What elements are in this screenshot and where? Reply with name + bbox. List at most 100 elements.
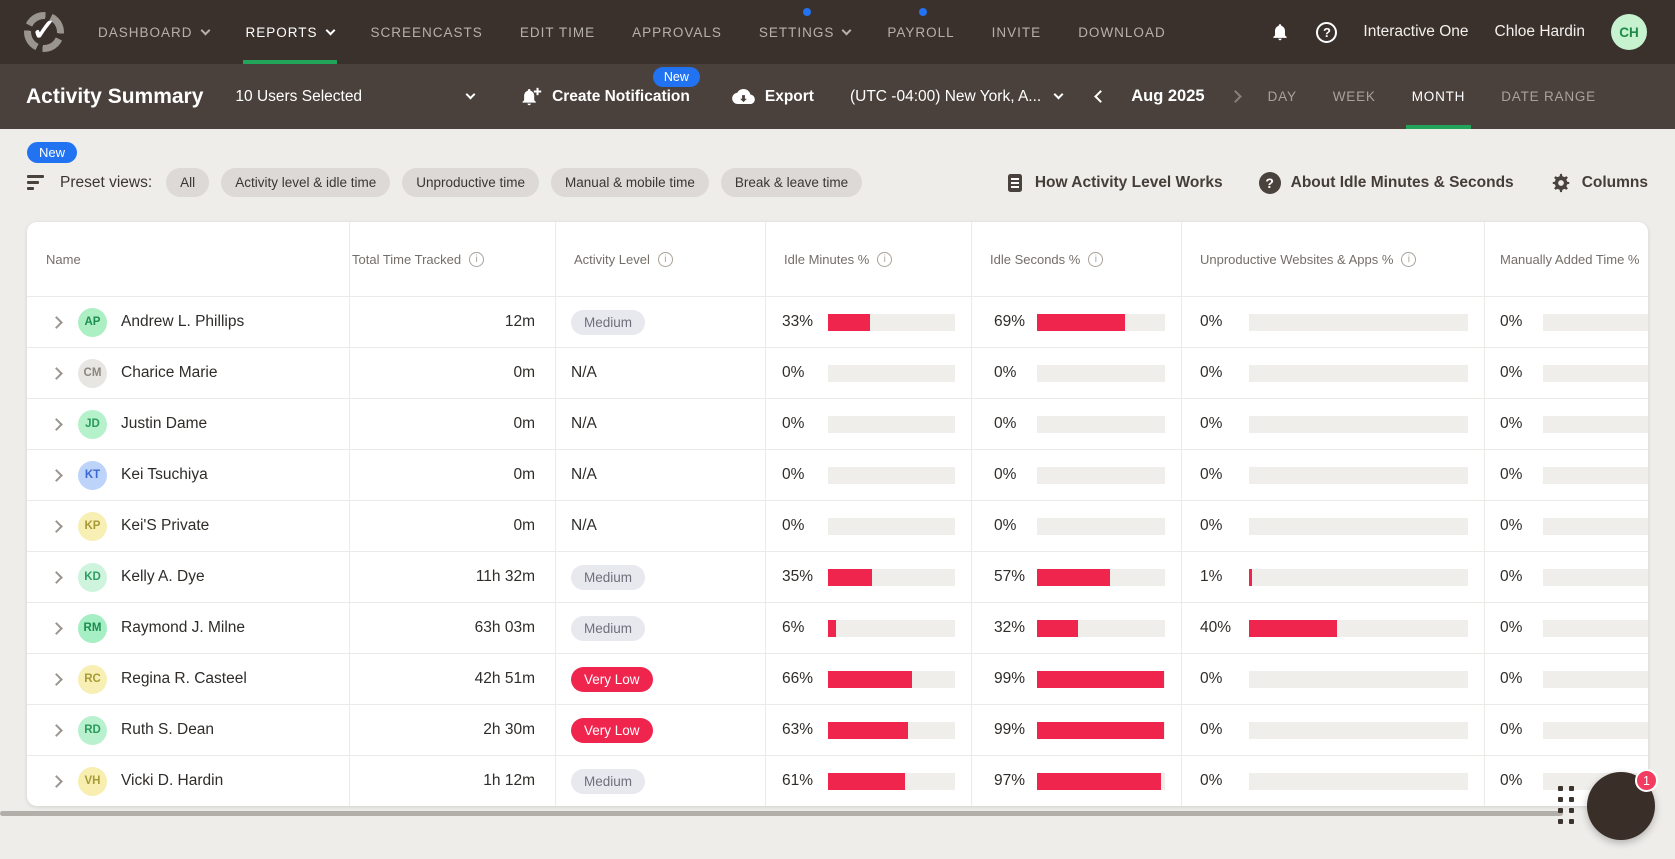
user-name: Charice Marie bbox=[121, 364, 218, 381]
table-row[interactable]: CM Charice Marie 0m N/A 0% 0% 0% 0% bbox=[27, 347, 1648, 398]
horizontal-scrollbar[interactable] bbox=[0, 811, 1563, 816]
chip-activity-idle[interactable]: Activity level & idle time bbox=[221, 168, 391, 197]
tab-week[interactable]: WEEK bbox=[1333, 64, 1376, 129]
table-row[interactable]: RM Raymond J. Milne 63h 03m Medium 6% 32% 40% 0… bbox=[27, 602, 1648, 653]
expand-row-icon[interactable] bbox=[50, 621, 63, 635]
user-avatar[interactable]: CH bbox=[1611, 14, 1647, 50]
percent-cell: 66% bbox=[766, 654, 972, 704]
next-period-icon[interactable] bbox=[1228, 90, 1242, 103]
percent-value: 0% bbox=[1500, 466, 1523, 483]
table-row[interactable]: KP Kei'S Private 0m N/A 0% 0% 0% 0% bbox=[27, 500, 1648, 551]
progress-bar bbox=[1037, 466, 1165, 484]
tab-month[interactable]: MONTH bbox=[1405, 64, 1471, 129]
app-logo-icon[interactable]: ✓ bbox=[24, 12, 64, 52]
expand-row-icon[interactable] bbox=[50, 417, 63, 431]
table-row[interactable]: JD Justin Dame 0m N/A 0% 0% 0% 0% bbox=[27, 398, 1648, 449]
nav-item-approvals[interactable]: APPROVALS bbox=[632, 0, 722, 64]
progress-bar bbox=[1037, 619, 1165, 637]
nav-right-group: ? Interactive One Chloe Hardin CH bbox=[1270, 14, 1647, 50]
avatar: JD bbox=[78, 409, 107, 439]
help-icon[interactable]: ? bbox=[1316, 21, 1338, 43]
column-header-idle-minutes[interactable]: Idle Minutes % i bbox=[766, 222, 972, 296]
info-icon[interactable]: i bbox=[1401, 251, 1417, 267]
progress-bar bbox=[1543, 619, 1648, 637]
table-row[interactable]: KD Kelly A. Dye 11h 32m Medium 35% 57% 1% 0% bbox=[27, 551, 1648, 602]
drag-handle[interactable] bbox=[1558, 786, 1574, 824]
about-idle-minutes-link[interactable]: ? About Idle Minutes & Seconds bbox=[1258, 171, 1514, 194]
chip-manual-mobile[interactable]: Manual & mobile time bbox=[551, 168, 709, 197]
column-header-name[interactable]: Name bbox=[27, 222, 350, 296]
progress-bar bbox=[1543, 568, 1648, 586]
avatar: KD bbox=[78, 562, 107, 592]
progress-bar bbox=[828, 313, 955, 331]
chat-widget-button[interactable]: 1 bbox=[1587, 769, 1658, 840]
progress-bar bbox=[828, 466, 955, 484]
table-row[interactable]: VH Vicki D. Hardin 1h 12m Medium 61% 97% 0% 0% bbox=[27, 755, 1648, 806]
activity-level-badge: Medium bbox=[571, 564, 646, 590]
export-button[interactable]: Export bbox=[732, 64, 814, 129]
preset-chips: All Activity level & idle time Unproduct… bbox=[166, 168, 863, 197]
avatar: RM bbox=[78, 613, 107, 643]
table-row[interactable]: KT Kei Tsuchiya 0m N/A 0% 0% 0% 0% bbox=[27, 449, 1648, 500]
filter-icon[interactable] bbox=[27, 175, 44, 190]
column-header-idle-seconds[interactable]: Idle Seconds % i bbox=[972, 222, 1182, 296]
nav-item-settings[interactable]: SETTINGS bbox=[759, 0, 852, 64]
table-header: Name Total Time Tracked i Activity Level i… bbox=[27, 222, 1648, 296]
info-icon[interactable]: i bbox=[877, 251, 893, 267]
column-header-manually-added[interactable]: Manually Added Time % bbox=[1485, 222, 1648, 296]
tab-date-range[interactable]: DATE RANGE bbox=[1501, 64, 1596, 129]
progress-bar bbox=[1249, 313, 1468, 331]
info-icon[interactable]: i bbox=[469, 251, 485, 267]
name-cell: RD Ruth S. Dean bbox=[27, 705, 350, 755]
expand-row-icon[interactable] bbox=[50, 468, 63, 482]
activity-summary-table: Name Total Time Tracked i Activity Level i… bbox=[27, 222, 1648, 806]
info-icon[interactable]: i bbox=[1088, 251, 1104, 267]
company-name[interactable]: Interactive One bbox=[1363, 23, 1468, 41]
nav-item-screencasts[interactable]: SCREENCASTS bbox=[371, 0, 483, 64]
column-header-activity-level[interactable]: Activity Level i bbox=[556, 222, 766, 296]
timezone-selector[interactable]: (UTC -04:00) New York, A... bbox=[850, 88, 1064, 106]
chevron-down-icon bbox=[465, 89, 476, 100]
expand-row-icon[interactable] bbox=[50, 366, 63, 380]
bell-icon[interactable] bbox=[1270, 21, 1290, 43]
expand-row-icon[interactable] bbox=[50, 570, 63, 584]
percent-cell: 0% bbox=[1182, 705, 1485, 755]
expand-row-icon[interactable] bbox=[50, 519, 63, 533]
how-activity-level-works-link[interactable]: How Activity Level Works bbox=[1005, 173, 1223, 193]
chip-break-leave[interactable]: Break & leave time bbox=[720, 168, 863, 197]
user-name: Ruth S. Dean bbox=[121, 721, 215, 738]
chip-unproductive[interactable]: Unproductive time bbox=[402, 168, 540, 197]
percent-value: 66% bbox=[782, 670, 814, 687]
expand-row-icon[interactable] bbox=[50, 315, 63, 329]
info-icon[interactable]: i bbox=[657, 251, 673, 267]
gear-icon bbox=[1552, 173, 1569, 192]
nav-item-download[interactable]: DOWNLOAD bbox=[1078, 0, 1166, 64]
total-time-cell: 0m bbox=[350, 501, 556, 551]
create-notification-button[interactable]: New Create Notification bbox=[520, 64, 700, 129]
nav-item-reports[interactable]: REPORTS bbox=[242, 0, 337, 64]
table-row[interactable]: RD Ruth S. Dean 2h 30m Very Low 63% 99% 0% 0% bbox=[27, 704, 1648, 755]
percent-cell: 0% bbox=[1485, 297, 1648, 347]
percent-value: 0% bbox=[1500, 568, 1523, 585]
columns-button[interactable]: Columns bbox=[1550, 172, 1648, 194]
nav-item-payroll[interactable]: PAYROLL bbox=[887, 0, 954, 64]
percent-value: 99% bbox=[994, 670, 1026, 687]
previous-period-icon[interactable] bbox=[1094, 90, 1108, 103]
nav-item-invite[interactable]: INVITE bbox=[992, 0, 1042, 64]
activity-level-badge: Medium bbox=[571, 768, 646, 794]
user-name-label[interactable]: Chloe Hardin bbox=[1495, 23, 1585, 41]
tab-day[interactable]: DAY bbox=[1268, 64, 1297, 129]
table-row[interactable]: RC Regina R. Casteel 42h 51m Very Low 66% 99%… bbox=[27, 653, 1648, 704]
expand-row-icon[interactable] bbox=[50, 672, 63, 686]
user-name: Andrew L. Phillips bbox=[121, 313, 245, 330]
users-selector[interactable]: 10 Users Selected bbox=[235, 88, 476, 106]
nav-item-edit-time[interactable]: EDIT TIME bbox=[520, 0, 595, 64]
table-row[interactable]: AP Andrew L. Phillips 12m Medium 33% 69% 0% 0% bbox=[27, 296, 1648, 347]
column-header-unproductive[interactable]: Unproductive Websites & Apps % i bbox=[1182, 222, 1485, 296]
expand-row-icon[interactable] bbox=[50, 774, 63, 788]
nav-item-dashboard[interactable]: DASHBOARD bbox=[98, 0, 210, 64]
progress-bar bbox=[1249, 415, 1468, 433]
chip-all[interactable]: All bbox=[166, 168, 210, 197]
expand-row-icon[interactable] bbox=[50, 723, 63, 737]
column-header-total-time[interactable]: Total Time Tracked i bbox=[350, 222, 556, 296]
